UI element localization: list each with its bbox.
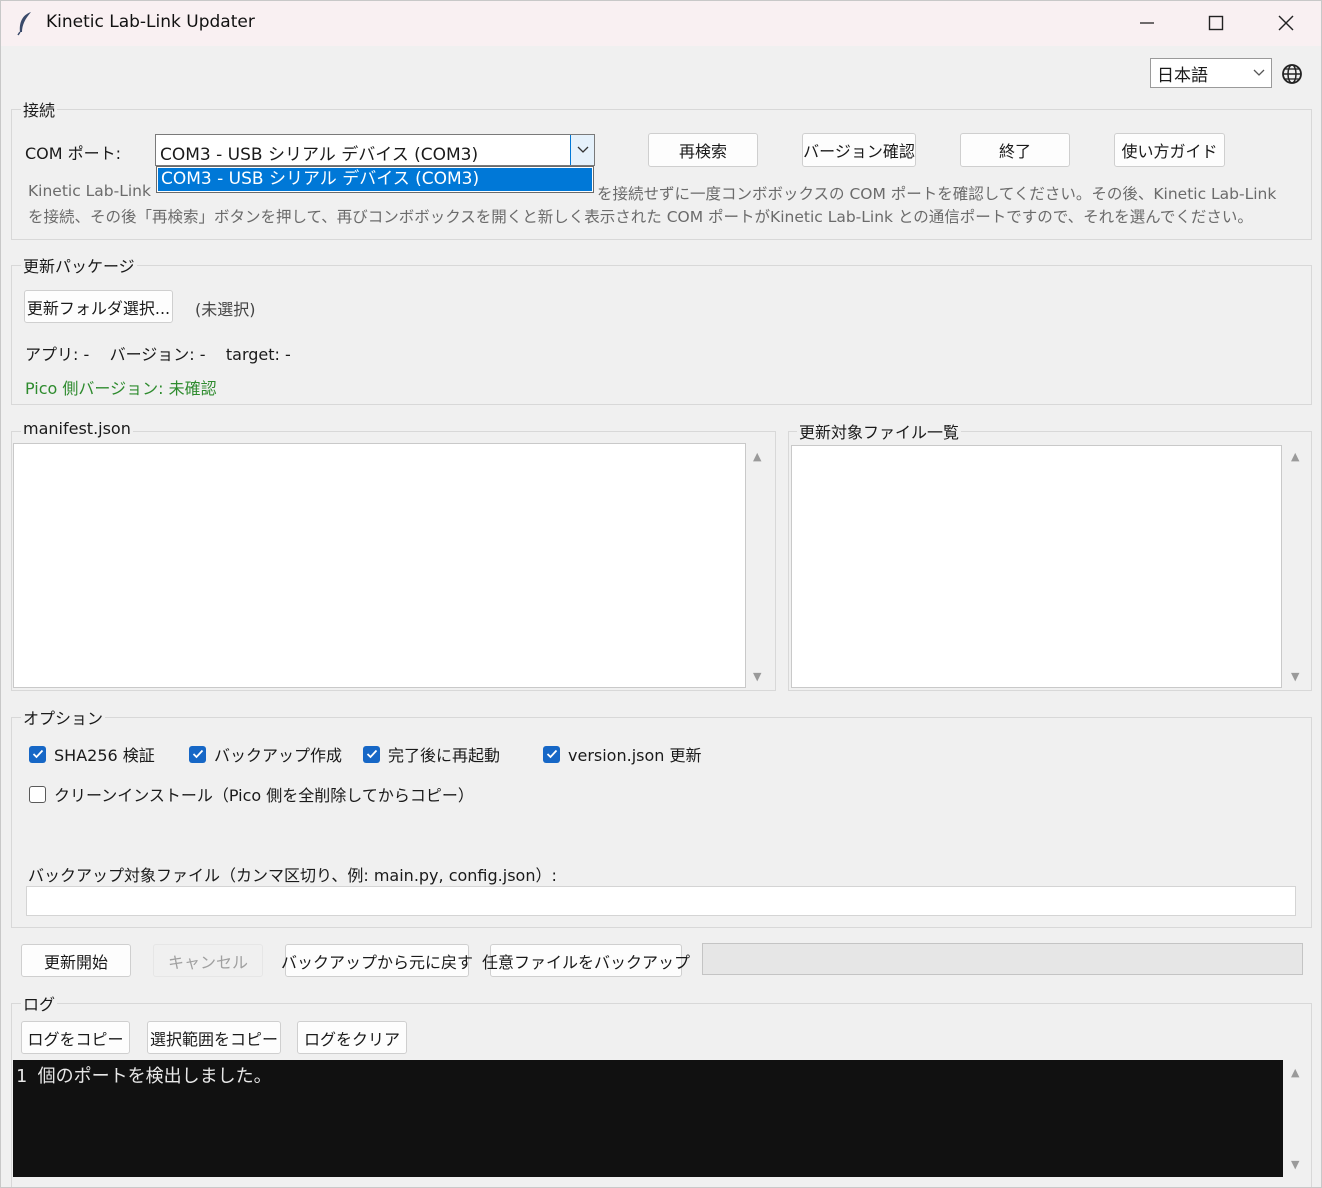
clear-log-button[interactable]: ログをクリア (297, 1021, 407, 1054)
pico-version: Pico 側バージョン: 未確認 (25, 379, 217, 398)
backup-any-file-button[interactable]: 任意ファイルをバックアップ (482, 944, 690, 977)
version-check-button[interactable]: バージョン確認 (802, 133, 916, 167)
exit-button[interactable]: 終了 (960, 133, 1070, 167)
chevron-down-icon (577, 146, 588, 153)
checkmark-icon (363, 745, 380, 763)
scroll-up-icon[interactable]: ▲ (1291, 1066, 1299, 1079)
checkmark-icon (543, 745, 560, 763)
combobox-dropdown-button[interactable] (570, 135, 594, 165)
language-select-value: 日本語 (1157, 65, 1208, 86)
clean-install-checkbox[interactable]: クリーンインストール（Pico 側を全削除してからコピー） (29, 782, 474, 806)
backup-checkbox[interactable]: バックアップ作成 (189, 742, 342, 766)
com-port-label: COM ポート: (25, 144, 122, 163)
copy-selection-button[interactable]: 選択範囲をコピー (147, 1021, 281, 1054)
log-textarea[interactable]: 1 個のポートを検出しました。 (13, 1060, 1283, 1177)
window-title: Kinetic Lab-Link Updater (46, 12, 255, 32)
filelist-label: 更新対象ファイル一覧 (797, 419, 962, 443)
restart-label: 完了後に再起動 (388, 746, 501, 765)
backup-files-input[interactable] (26, 886, 1296, 916)
backup-label: バックアップ作成 (214, 746, 343, 765)
dropdown-option[interactable]: COM3 - USB シリアル デバイス (COM3) (158, 168, 592, 191)
checkbox-empty-icon (29, 785, 46, 803)
manifest-textarea[interactable] (13, 443, 746, 688)
log-group-label: ログ (21, 991, 58, 1015)
rescan-button[interactable]: 再検索 (648, 133, 758, 167)
start-update-button[interactable]: 更新開始 (21, 944, 131, 977)
package-group-label: 更新パッケージ (21, 253, 137, 277)
log-content: 1 個のポートを検出しました。 (16, 1066, 272, 1087)
restore-backup-button[interactable]: バックアップから元に戻す (281, 944, 473, 977)
checkmark-icon (29, 745, 46, 763)
com-port-value: COM3 - USB シリアル デバイス (COM3) (160, 145, 479, 165)
progress-bar (702, 943, 1303, 975)
chevron-down-icon (1253, 69, 1265, 76)
scroll-down-icon[interactable]: ▼ (1291, 670, 1299, 683)
feather-icon (14, 10, 36, 36)
version-json-label: version.json 更新 (568, 746, 702, 765)
select-folder-button[interactable]: 更新フォルダ選択... (24, 290, 173, 323)
com-port-combobox[interactable]: COM3 - USB シリアル デバイス (COM3) (155, 134, 595, 166)
options-group-label: オプション (21, 705, 106, 729)
folder-status: (未選択) (195, 300, 256, 319)
copy-log-button[interactable]: ログをコピー (21, 1021, 130, 1054)
guide-button[interactable]: 使い方ガイド (1114, 133, 1225, 167)
com-port-dropdown-list: COM3 - USB シリアル デバイス (COM3) (156, 166, 594, 193)
scroll-down-icon[interactable]: ▼ (1291, 1158, 1299, 1171)
scroll-up-icon[interactable]: ▲ (753, 450, 761, 463)
checkmark-icon (189, 745, 206, 763)
language-select[interactable]: 日本語 (1150, 58, 1272, 88)
hint-line2: を接続、その後「再検索」ボタンを押して、再びコンボボックスを開くと新しく表示され… (28, 208, 1253, 226)
package-info: アプリ: - バージョン: - target: - (25, 345, 291, 364)
minimize-button[interactable] (1127, 8, 1167, 38)
manifest-label: manifest.json (21, 419, 133, 438)
scroll-down-icon[interactable]: ▼ (753, 670, 761, 683)
clean-install-label: クリーンインストール（Pico 側を全削除してからコピー） (54, 786, 474, 805)
backup-files-label: バックアップ対象ファイル（カンマ区切り、例: main.py, config.j… (28, 866, 557, 885)
cancel-button[interactable]: キャンセル (153, 944, 263, 977)
restart-checkbox[interactable]: 完了後に再起動 (363, 742, 500, 766)
hint-line1-left: Kinetic Lab-Link (28, 182, 151, 200)
version-json-checkbox[interactable]: version.json 更新 (543, 742, 702, 766)
sha256-checkbox[interactable]: SHA256 検証 (29, 742, 155, 766)
sha256-label: SHA256 検証 (54, 746, 155, 765)
close-button[interactable] (1266, 8, 1306, 38)
globe-icon[interactable] (1281, 63, 1303, 89)
connection-group-label: 接続 (21, 97, 58, 121)
filelist-listbox[interactable] (791, 445, 1282, 688)
scroll-up-icon[interactable]: ▲ (1291, 450, 1299, 463)
maximize-button[interactable] (1196, 8, 1236, 38)
hint-line1-right: を接続せずに一度コンボボックスの COM ポートを確認してください。その後、Ki… (597, 185, 1277, 203)
